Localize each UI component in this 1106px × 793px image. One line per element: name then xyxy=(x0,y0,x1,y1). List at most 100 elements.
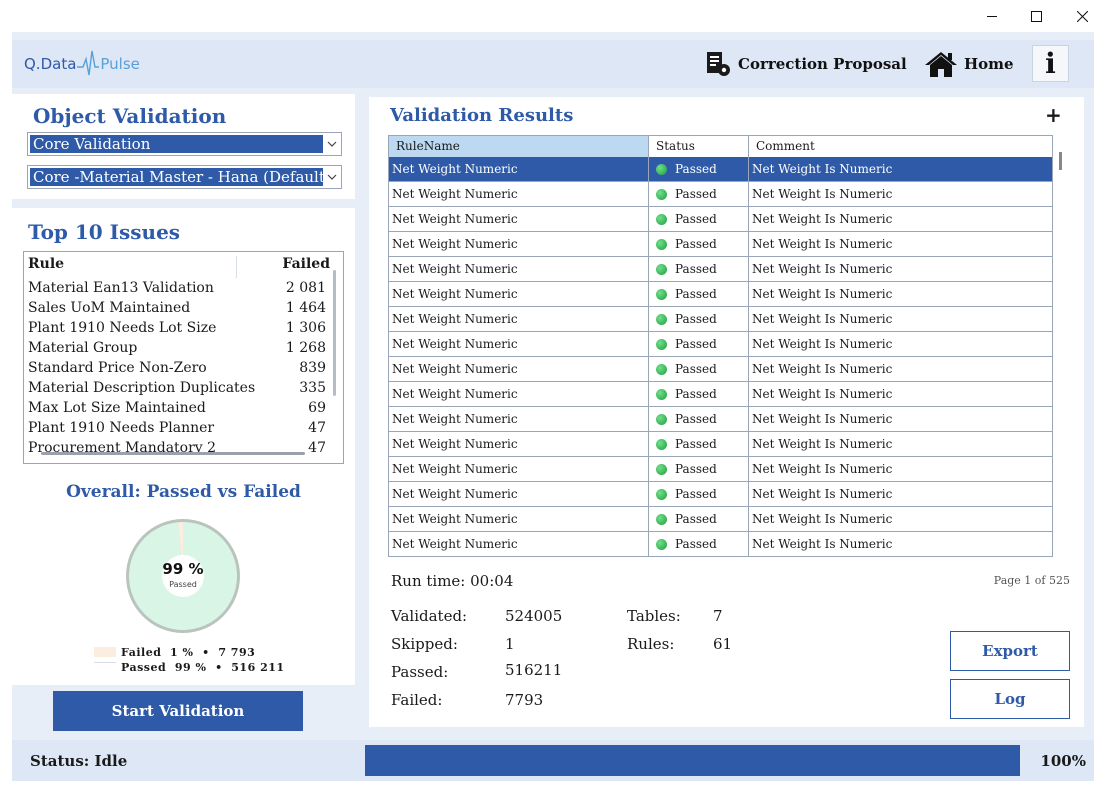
issue-row[interactable]: Plant 1910 Needs Lot Size 1 306 xyxy=(24,320,330,340)
cell-rulename: Net Weight Numeric xyxy=(389,432,649,456)
result-row[interactable]: Net Weight Numeric Passed Net Weight Is Nu… xyxy=(388,407,1053,432)
status-passed-icon xyxy=(656,388,667,400)
status-text: Passed xyxy=(675,287,717,301)
cell-rulename: Net Weight Numeric xyxy=(389,357,649,381)
result-row[interactable]: Net Weight Numeric Passed Net Weight Is Nu… xyxy=(388,382,1053,407)
status-passed-icon xyxy=(656,438,667,450)
minimize-button[interactable] xyxy=(969,0,1015,32)
status-text: Passed xyxy=(675,412,717,426)
status-text: Passed xyxy=(675,437,717,451)
issue-rule-name: Max Lot Size Maintained xyxy=(28,400,206,416)
status-passed-icon xyxy=(656,513,667,525)
status-text: Passed xyxy=(675,387,717,401)
failed-value: 7793 xyxy=(505,691,544,709)
status-passed-icon xyxy=(656,488,667,500)
export-button[interactable]: Export xyxy=(950,631,1070,671)
log-button[interactable]: Log xyxy=(950,679,1070,719)
cell-comment: Net Weight Is Numeric xyxy=(749,182,1053,206)
col-header-rulename[interactable]: RuleName xyxy=(389,136,649,157)
result-row[interactable]: Net Weight Numeric Passed Net Weight Is Nu… xyxy=(388,432,1053,457)
issue-failed-count: 2 081 xyxy=(285,280,326,296)
result-row[interactable]: Net Weight Numeric Passed Net Weight Is Nu… xyxy=(388,257,1053,282)
status-text: Passed xyxy=(675,312,717,326)
col-header-status[interactable]: Status xyxy=(649,136,749,157)
cell-status: Passed xyxy=(649,332,749,356)
home-button[interactable]: Home xyxy=(924,48,1014,80)
issue-row[interactable]: Max Lot Size Maintained 69 xyxy=(24,400,330,420)
minimize-icon xyxy=(987,16,997,17)
issues-horizontal-scrollbar[interactable] xyxy=(41,452,305,455)
passed-label: Passed: xyxy=(391,663,449,681)
issue-row[interactable]: Sales UoM Maintained 1 464 xyxy=(24,300,330,320)
cell-rulename: Net Weight Numeric xyxy=(389,182,649,206)
app-logo: Q.Data Pulse xyxy=(24,50,140,76)
issues-vertical-scrollbar[interactable] xyxy=(333,270,336,396)
close-icon xyxy=(1076,10,1088,22)
result-row[interactable]: Net Weight Numeric Passed Net Weight Is Nu… xyxy=(388,307,1053,332)
maximize-button[interactable] xyxy=(1013,0,1059,32)
result-row[interactable]: Net Weight Numeric Passed Net Weight Is Nu… xyxy=(388,207,1053,232)
cell-status: Passed xyxy=(649,382,749,406)
issue-rule-name: Material Ean13 Validation xyxy=(28,280,214,296)
correction-proposal-label: Correction Proposal xyxy=(738,55,907,73)
issue-row[interactable]: Material Group 1 268 xyxy=(24,340,330,360)
issue-rule-name: Plant 1910 Needs Planner xyxy=(28,420,215,436)
issue-failed-count: 335 xyxy=(299,380,326,396)
object-set-select[interactable]: Core -Material Master - Hana (Default xyxy=(27,165,342,189)
cell-comment: Net Weight Is Numeric xyxy=(749,207,1053,231)
info-button[interactable]: i xyxy=(1032,45,1069,82)
validation-type-select[interactable]: Core Validation xyxy=(27,132,342,156)
issue-row[interactable]: Material Description Duplicates 335 xyxy=(24,380,330,400)
result-row[interactable]: Net Weight Numeric Passed Net Weight Is Nu… xyxy=(388,357,1053,382)
cell-comment: Net Weight Is Numeric xyxy=(749,232,1053,256)
status-passed-icon xyxy=(656,413,667,425)
cell-rulename: Net Weight Numeric xyxy=(389,257,649,281)
status-text: Passed xyxy=(675,187,717,201)
top-issues-title: Top 10 Issues xyxy=(28,220,181,244)
cell-comment: Net Weight Is Numeric xyxy=(749,332,1053,356)
add-button[interactable]: + xyxy=(1045,103,1062,127)
cell-rulename: Net Weight Numeric xyxy=(389,207,649,231)
maximize-icon xyxy=(1030,10,1042,22)
donut-center-label: Passed xyxy=(169,580,197,589)
issue-failed-count: 47 xyxy=(308,420,326,436)
result-row[interactable]: Net Weight Numeric Passed Net Weight Is Nu… xyxy=(388,532,1053,557)
close-button[interactable] xyxy=(1059,0,1105,32)
document-settings-icon xyxy=(707,52,730,76)
result-row[interactable]: Net Weight Numeric Passed Net Weight Is Nu… xyxy=(388,457,1053,482)
cell-status: Passed xyxy=(649,432,749,456)
result-row[interactable]: Net Weight Numeric Passed Net Weight Is Nu… xyxy=(388,332,1053,357)
cell-status: Passed xyxy=(649,532,749,556)
issue-failed-count: 1 268 xyxy=(285,340,326,356)
top-issues-table[interactable]: Rule Failed Material Ean13 Validation 2 0… xyxy=(23,251,344,464)
issue-row[interactable]: Material Ean13 Validation 2 081 xyxy=(24,280,330,300)
status-text: Passed xyxy=(675,212,717,226)
legend-failed-text: Failed 1 % • 7 793 xyxy=(121,645,256,659)
status-passed-icon xyxy=(656,538,667,550)
col-header-comment[interactable]: Comment xyxy=(749,136,1052,157)
correction-proposal-button[interactable]: Correction Proposal xyxy=(704,48,907,80)
result-row[interactable]: Net Weight Numeric Passed Net Weight Is Nu… xyxy=(388,232,1053,257)
results-vertical-scrollbar[interactable] xyxy=(1059,152,1062,170)
cell-status: Passed xyxy=(649,307,749,331)
start-validation-button[interactable]: Start Validation xyxy=(53,691,303,731)
result-row[interactable]: Net Weight Numeric Passed Net Weight Is Nu… xyxy=(388,182,1053,207)
result-row[interactable]: Net Weight Numeric Passed Net Weight Is Nu… xyxy=(388,482,1053,507)
status-passed-icon xyxy=(656,188,667,200)
result-row[interactable]: Net Weight Numeric Passed Net Weight Is Nu… xyxy=(388,157,1053,182)
result-row[interactable]: Net Weight Numeric Passed Net Weight Is Nu… xyxy=(388,507,1053,532)
issue-row[interactable]: Plant 1910 Needs Planner 47 xyxy=(24,420,330,440)
legend-swatch-failed xyxy=(94,647,116,657)
cell-rulename: Net Weight Numeric xyxy=(389,157,649,181)
legend-swatch-passed xyxy=(94,662,116,672)
issue-rule-name: Plant 1910 Needs Lot Size xyxy=(28,320,217,336)
cell-rulename: Net Weight Numeric xyxy=(389,407,649,431)
results-grid[interactable]: RuleName Status Comment Net Weight Numer… xyxy=(388,135,1070,565)
status-passed-icon xyxy=(656,263,667,275)
issue-row[interactable]: Standard Price Non-Zero 839 xyxy=(24,360,330,380)
result-row[interactable]: Net Weight Numeric Passed Net Weight Is Nu… xyxy=(388,282,1053,307)
cell-comment: Net Weight Is Numeric xyxy=(749,482,1053,506)
cell-status: Passed xyxy=(649,482,749,506)
issue-row[interactable]: Procurement Mandatory 2 47 xyxy=(24,440,330,460)
cell-status: Passed xyxy=(649,157,749,181)
